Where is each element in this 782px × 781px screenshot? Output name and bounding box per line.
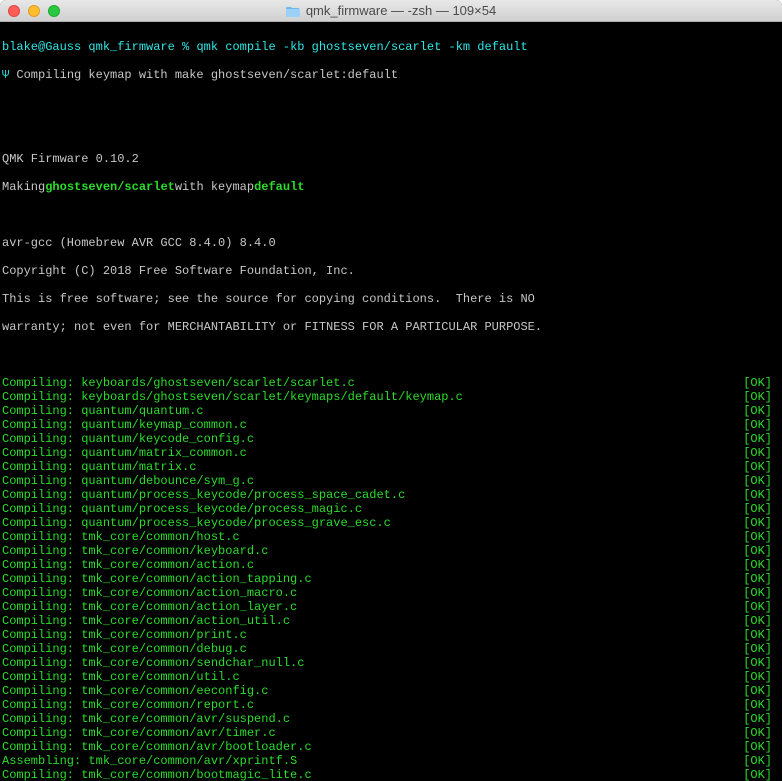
status-ok: [OK] xyxy=(743,768,780,781)
compile-line: Compiling: quantum/matrix_common.c[OK] xyxy=(2,446,780,460)
version-line: QMK Firmware 0.10.2 xyxy=(2,152,780,166)
status-ok: [OK] xyxy=(743,712,780,726)
compile-line: Compiling: tmk_core/common/keyboard.c[OK… xyxy=(2,544,780,558)
gcc-line: Copyright (C) 2018 Free Software Foundat… xyxy=(2,264,780,278)
status-ok: [OK] xyxy=(743,656,780,670)
status-ok: [OK] xyxy=(743,614,780,628)
status-ok: [OK] xyxy=(743,390,780,404)
compile-line: Compiling: tmk_core/common/avr/bootloade… xyxy=(2,740,780,754)
compile-line: Compiling: tmk_core/common/eeconfig.c[OK… xyxy=(2,684,780,698)
compile-line: Compiling: quantum/keycode_config.c[OK] xyxy=(2,432,780,446)
status-ok: [OK] xyxy=(743,516,780,530)
compile-line: Compiling: tmk_core/common/action.c[OK] xyxy=(2,558,780,572)
gcc-line: avr-gcc (Homebrew AVR GCC 8.4.0) 8.4.0 xyxy=(2,236,780,250)
compile-line: Compiling: tmk_core/common/action_layer.… xyxy=(2,600,780,614)
status-ok: [OK] xyxy=(743,600,780,614)
compile-line: Compiling: keyboards/ghostseven/scarlet/… xyxy=(2,376,780,390)
compile-line: Compiling: keyboards/ghostseven/scarlet/… xyxy=(2,390,780,404)
status-ok: [OK] xyxy=(743,698,780,712)
status-ok: [OK] xyxy=(743,586,780,600)
compile-line: Compiling: tmk_core/common/avr/suspend.c… xyxy=(2,712,780,726)
status-ok: [OK] xyxy=(743,460,780,474)
status-ok: [OK] xyxy=(743,418,780,432)
compile-line: Compiling: tmk_core/common/report.c[OK] xyxy=(2,698,780,712)
titlebar[interactable]: qmk_firmware — -zsh — 109×54 xyxy=(0,0,782,22)
status-ok: [OK] xyxy=(743,726,780,740)
compile-line: Compiling: tmk_core/common/action_util.c… xyxy=(2,614,780,628)
window-title: qmk_firmware — -zsh — 109×54 xyxy=(0,4,782,18)
gcc-line: warranty; not even for MERCHANTABILITY o… xyxy=(2,320,780,334)
status-ok: [OK] xyxy=(743,474,780,488)
status-ok: [OK] xyxy=(743,670,780,684)
window-title-text: qmk_firmware — -zsh — 109×54 xyxy=(306,4,496,18)
prompt-line: blake@Gauss qmk_firmware % qmk compile -… xyxy=(2,40,780,54)
making-line: Making ghostseven/scarlet with keymap de… xyxy=(2,180,780,194)
terminal-content[interactable]: blake@Gauss qmk_firmware % qmk compile -… xyxy=(0,22,782,781)
folder-icon xyxy=(286,5,300,17)
compile-line: Assembling: tmk_core/common/avr/xprintf.… xyxy=(2,754,780,768)
terminal-window: qmk_firmware — -zsh — 109×54 blake@Gauss… xyxy=(0,0,782,781)
gcc-line: This is free software; see the source fo… xyxy=(2,292,780,306)
compile-line: Compiling: tmk_core/common/sendchar_null… xyxy=(2,656,780,670)
status-ok: [OK] xyxy=(743,754,780,768)
compile-line: Compiling: quantum/process_keycode/proce… xyxy=(2,502,780,516)
status-ok: [OK] xyxy=(743,642,780,656)
status-ok: [OK] xyxy=(743,502,780,516)
window-buttons xyxy=(0,5,60,17)
status-ok: [OK] xyxy=(743,404,780,418)
compile-line: Compiling: tmk_core/common/action_tappin… xyxy=(2,572,780,586)
maximize-icon[interactable] xyxy=(48,5,60,17)
compile-line: Compiling: quantum/quantum.c[OK] xyxy=(2,404,780,418)
status-ok: [OK] xyxy=(743,488,780,502)
status-ok: [OK] xyxy=(743,740,780,754)
compile-line: Compiling: tmk_core/common/print.c[OK] xyxy=(2,628,780,642)
status-ok: [OK] xyxy=(743,684,780,698)
compile-line: Compiling: quantum/matrix.c[OK] xyxy=(2,460,780,474)
compile-line: Compiling: tmk_core/common/host.c[OK] xyxy=(2,530,780,544)
compile-line: Compiling: quantum/process_keycode/proce… xyxy=(2,516,780,530)
status-ok: [OK] xyxy=(743,446,780,460)
compile-line: Compiling: quantum/keymap_common.c[OK] xyxy=(2,418,780,432)
make-line: Ψ Compiling keymap with make ghostseven/… xyxy=(2,68,780,82)
status-ok: [OK] xyxy=(743,432,780,446)
compile-line: Compiling: quantum/debounce/sym_g.c[OK] xyxy=(2,474,780,488)
status-ok: [OK] xyxy=(743,628,780,642)
compile-line: Compiling: quantum/process_keycode/proce… xyxy=(2,488,780,502)
close-icon[interactable] xyxy=(8,5,20,17)
compile-line: Compiling: tmk_core/common/bootmagic_lit… xyxy=(2,768,780,781)
status-ok: [OK] xyxy=(743,558,780,572)
status-ok: [OK] xyxy=(743,572,780,586)
compile-line: Compiling: tmk_core/common/util.c[OK] xyxy=(2,670,780,684)
status-ok: [OK] xyxy=(743,544,780,558)
compile-line: Compiling: tmk_core/common/avr/timer.c[O… xyxy=(2,726,780,740)
compile-line: Compiling: tmk_core/common/action_macro.… xyxy=(2,586,780,600)
compile-line: Compiling: tmk_core/common/debug.c[OK] xyxy=(2,642,780,656)
status-ok: [OK] xyxy=(743,530,780,544)
status-ok: [OK] xyxy=(743,376,780,390)
minimize-icon[interactable] xyxy=(28,5,40,17)
